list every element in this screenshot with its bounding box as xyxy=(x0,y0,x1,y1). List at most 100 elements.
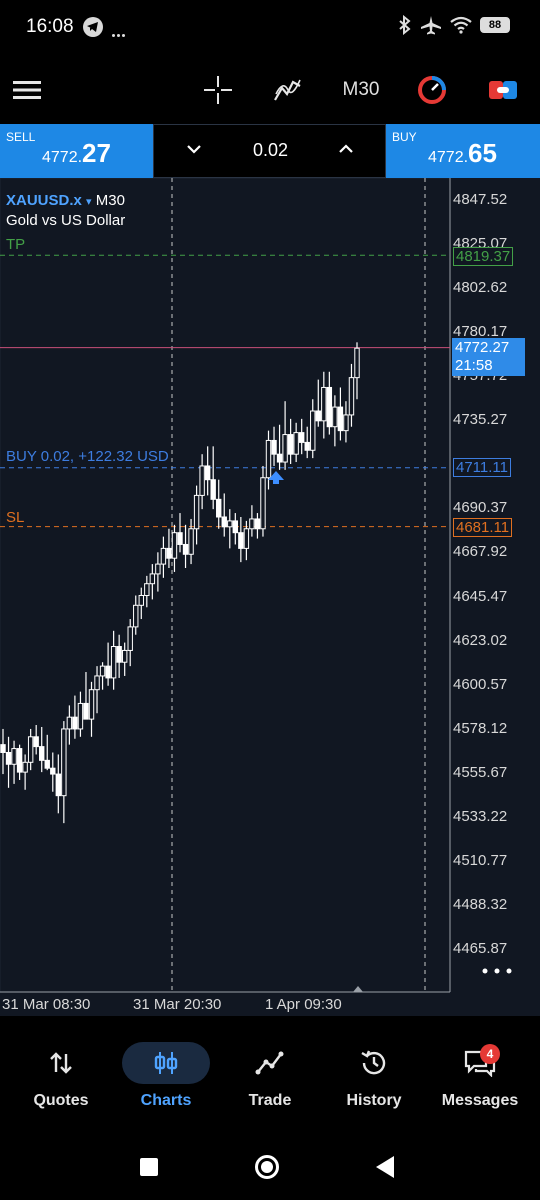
volume-control: 0.02 xyxy=(153,124,386,178)
candle-body xyxy=(133,604,139,628)
tab-charts[interactable]: Charts xyxy=(112,1016,220,1126)
more-notifications-icon xyxy=(112,24,128,37)
sell-label: SELL xyxy=(6,130,36,144)
candle-body xyxy=(221,516,227,528)
menu-button[interactable] xyxy=(12,72,42,108)
candle-body xyxy=(199,465,205,496)
screen: 16:08 88 M30 SELL 4772.27 0.02 BUY 4772.… xyxy=(0,0,540,1200)
candle-body xyxy=(33,736,39,748)
system-navigation-bar xyxy=(0,1126,540,1200)
more-options-icon[interactable] xyxy=(480,966,514,976)
candle-body xyxy=(276,453,283,463)
price-axis-label: 4578.12 xyxy=(453,719,508,737)
buy-button[interactable]: BUY 4772.65 xyxy=(386,124,540,178)
status-time: 16:08 xyxy=(26,16,74,37)
one-click-trade-bar: SELL 4772.27 0.02 BUY 4772.65 xyxy=(0,124,540,178)
candle-body xyxy=(260,477,266,530)
sell-price: 4772.27 xyxy=(42,138,111,168)
airplane-mode-icon xyxy=(421,16,441,35)
recent-apps-button[interactable] xyxy=(139,1157,159,1177)
candle-body xyxy=(27,736,34,763)
hamburger-icon xyxy=(13,81,41,99)
candle-body xyxy=(348,377,355,416)
price-axis-label: 4735.27 xyxy=(453,411,508,429)
candle-body xyxy=(182,543,189,555)
sl-label: SL xyxy=(6,509,25,526)
candle-body xyxy=(287,434,294,455)
trade-panel-toggle-button[interactable] xyxy=(487,72,519,108)
symbol-name: XAUUSD.x xyxy=(6,192,82,209)
candle-body xyxy=(50,767,56,775)
sell-button[interactable]: SELL 4772.27 xyxy=(0,124,153,178)
candle-body xyxy=(83,702,89,720)
candle-body xyxy=(99,665,106,677)
symbol-description: Gold vs US Dollar xyxy=(6,212,126,229)
indicators-button[interactable] xyxy=(272,72,304,108)
indicators-icon xyxy=(274,79,301,101)
price-axis-label: 4600.57 xyxy=(453,675,508,693)
bottom-navigation: Quotes Charts Trade History Messages 4 xyxy=(0,1016,540,1126)
candle-body xyxy=(16,748,23,773)
candle-body xyxy=(238,532,244,549)
candle-body xyxy=(22,761,28,773)
candle-body xyxy=(315,410,321,422)
price-chart[interactable]: XAUUSD.x ▾ M30 Gold vs US Dollar TP BUY … xyxy=(0,178,540,1016)
candle-body xyxy=(249,518,255,530)
position-label[interactable]: BUY 0.02, +122.32 USD xyxy=(6,448,169,465)
candle-body xyxy=(144,583,150,596)
candle-body xyxy=(282,434,288,463)
candle-body xyxy=(216,498,222,518)
timeframe-label: M30 xyxy=(342,79,380,100)
candle-body xyxy=(88,689,95,720)
sl-price-tag: 4681.11 xyxy=(453,518,513,537)
tab-messages[interactable]: Messages xyxy=(426,1016,534,1126)
candle-body xyxy=(66,716,73,730)
candle-body xyxy=(0,744,6,753)
tab-trade[interactable]: Trade xyxy=(216,1016,324,1126)
candle-body xyxy=(105,665,111,679)
tab-trade-label: Trade xyxy=(248,1092,292,1109)
current-price-tag: 4772.27 21:58 xyxy=(452,338,525,376)
price-axis-label: 4802.62 xyxy=(453,279,508,297)
tab-messages-label: Messages xyxy=(441,1092,519,1109)
price-axis-label: 4488.32 xyxy=(453,895,508,913)
tp-label: TP xyxy=(6,236,26,253)
bar-countdown: 21:58 xyxy=(455,357,493,374)
candle-body xyxy=(326,386,333,428)
candle-body xyxy=(321,386,327,422)
candle-body xyxy=(155,563,161,575)
candle-body xyxy=(110,646,117,679)
chart-toolbar: M30 xyxy=(0,56,540,124)
back-button[interactable] xyxy=(374,1155,396,1179)
one-click-trading-button[interactable] xyxy=(416,72,448,108)
price-axis-label: 4690.37 xyxy=(453,499,508,517)
buy-price: 4772.65 xyxy=(428,138,497,168)
history-icon xyxy=(361,1050,386,1075)
current-price: 4772.27 xyxy=(455,339,510,356)
time-axis-label: 31 Mar 20:30 xyxy=(133,996,222,1013)
telegram-icon xyxy=(83,17,103,37)
candle-body xyxy=(138,594,144,606)
candle-body xyxy=(304,441,310,451)
price-axis-label: 4623.02 xyxy=(453,631,508,649)
timeframe-button[interactable]: M30 xyxy=(336,72,386,108)
candle-body xyxy=(343,414,349,432)
candle-body xyxy=(354,347,360,379)
tab-charts-label: Charts xyxy=(140,1092,192,1109)
candle-body xyxy=(5,751,12,765)
symbol-header[interactable]: XAUUSD.x ▾ M30 xyxy=(6,192,125,209)
candle-body xyxy=(94,675,100,691)
tab-quotes[interactable]: Quotes xyxy=(7,1016,115,1126)
candle-body xyxy=(210,479,216,500)
candle-body xyxy=(121,649,128,663)
home-button[interactable] xyxy=(254,1154,280,1180)
tab-history[interactable]: History xyxy=(320,1016,428,1126)
candle-body xyxy=(298,432,305,443)
increase-volume-button[interactable] xyxy=(338,143,354,155)
candle-body xyxy=(243,528,250,549)
entry-price-tag: 4711.11 xyxy=(453,458,511,477)
crosshair-button[interactable] xyxy=(202,72,234,108)
candle-body xyxy=(188,528,194,555)
crosshair-icon xyxy=(204,76,232,104)
candle-body xyxy=(39,746,45,761)
